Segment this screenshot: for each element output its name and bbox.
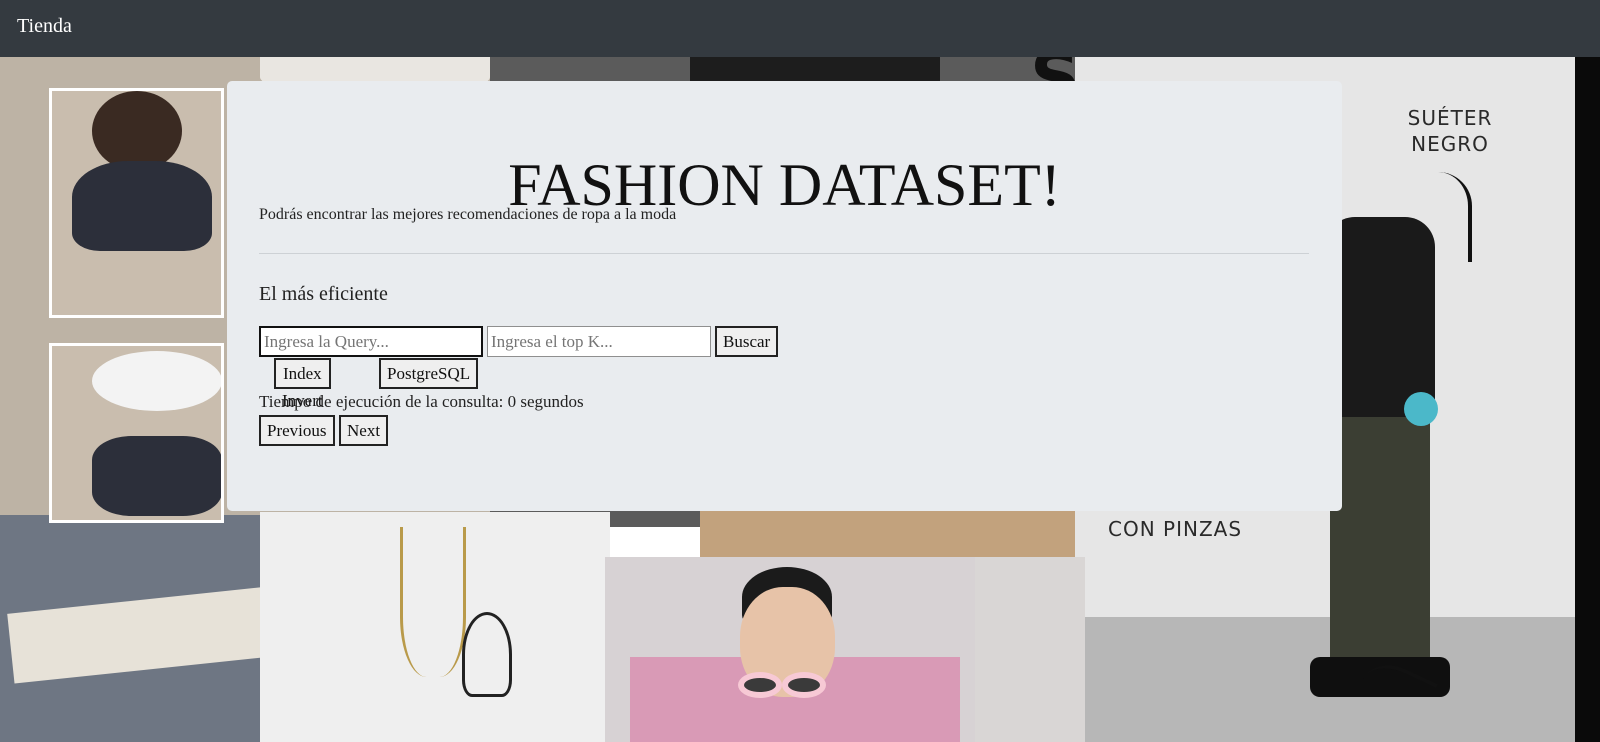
- search-panel: FASHION DATASET! Podrás encontrar las me…: [227, 81, 1342, 511]
- collage-caption-sueter: SUÉTER NEGRO: [1407, 106, 1493, 156]
- top-navbar: Tienda: [0, 0, 1600, 57]
- search-button[interactable]: Buscar: [715, 326, 779, 357]
- collage-photo-sweater: [49, 88, 224, 318]
- collage-teal-dot: [1404, 392, 1438, 426]
- page-lead: Podrás encontrar las mejores recomendaci…: [259, 206, 677, 223]
- section-subheading: El más eficiente: [259, 283, 388, 305]
- postgresql-button[interactable]: PostgreSQL: [379, 358, 479, 389]
- previous-page-button[interactable]: Previous: [259, 415, 335, 446]
- collage-photo-white-hat: [49, 343, 224, 523]
- query-input[interactable]: [259, 326, 483, 357]
- lightbulb-icon: [462, 612, 512, 697]
- next-page-button[interactable]: Next: [339, 415, 389, 446]
- navbar-brand[interactable]: Tienda: [17, 15, 72, 38]
- top-k-input[interactable]: [487, 326, 711, 357]
- execution-time-text: Tiempo de ejecución de la consulta: 0 se…: [259, 392, 584, 411]
- collage-caption-pinzas: CON PINZAS: [1108, 517, 1243, 541]
- divider: [259, 253, 1309, 254]
- collage-necklace: [400, 527, 466, 677]
- collage-panel-bottom-right: [975, 557, 1085, 742]
- index-invert-button[interactable]: Index Invert: [274, 358, 331, 410]
- collage-dark-strip: [1575, 57, 1600, 742]
- sunglasses-icon: [738, 672, 838, 700]
